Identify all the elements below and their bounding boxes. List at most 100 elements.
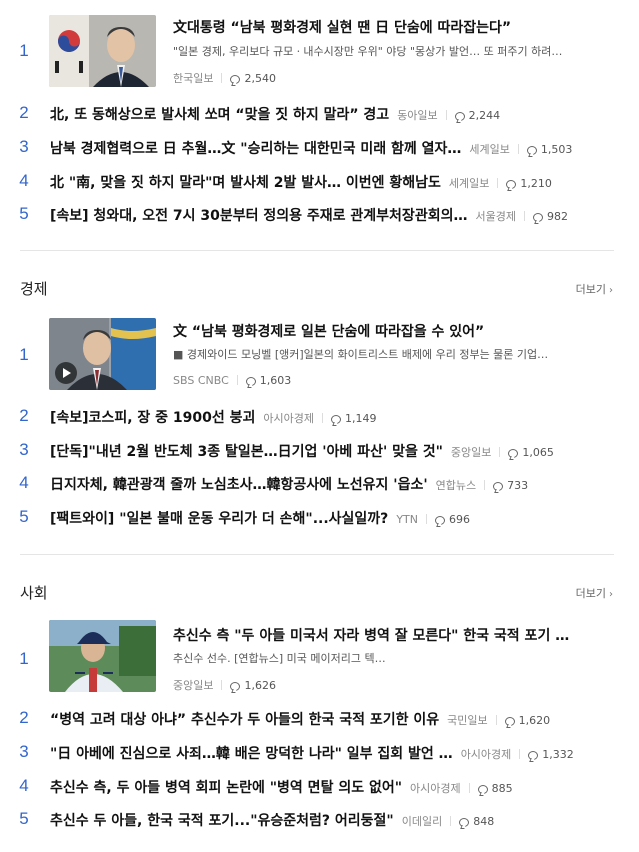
news-headline[interactable]: 추신수 측, 두 아들 병역 회피 논란에 "병역 면탈 의도 없어" [50,780,402,796]
more-link[interactable]: 더보기 › [576,281,613,297]
rank-number: 3 [19,137,29,156]
news-summary: ■ 경제와이드 모닝벨 [앵커]일본의 화이트리스트 배제에 우리 정부는 물론… [173,348,549,361]
news-headline[interactable]: 北, 또 동해상으로 발사체 쏘며 “맞을 짓 하지 말라” 경고 [50,107,389,123]
rank-number: 4 [19,776,29,795]
news-list-item[interactable]: 5 [속보] 청와대, 오전 7시 30분부터 정의용 주재로 관계부처장관회의… [0,204,639,226]
news-headline[interactable]: [단독]"내년 2월 반도체 3종 탈일본…日기업 '아베 파산' 맞을 것" [50,444,443,460]
news-source[interactable]: 중앙일보 [173,679,213,692]
news-list-item[interactable]: 4 北 "南, 맞을 짓 하지 말라"며 발사체 2발 발사… 이번엔 황해남도… [0,171,639,193]
news-list-item[interactable]: 5 [팩트와이] "일본 불매 운동 우리가 더 손해"...사실일까? YTN 6… [0,507,639,529]
rank-number: 5 [19,204,29,223]
chevron-right-icon: › [609,589,613,600]
rank-number: 1 [19,41,29,60]
separator [450,816,452,826]
news-source[interactable]: YTN [396,513,418,526]
comment-icon [454,112,465,121]
rank-number: 3 [19,440,29,459]
news-line: 日지자체, 韓관광객 줄까 노심초사…韓항공사에 노선유지 '읍소' 연합뉴스 73… [50,474,620,494]
news-source[interactable]: 한국일보 [173,72,213,85]
separator [495,715,497,725]
news-lead-item[interactable]: 1 文대통령 “남북 평화경제 실현 땐 日 단숨에 따라잡는다” "일본 경제… [0,14,639,90]
comment-count[interactable]: 1,503 [526,143,572,156]
rank-number: 4 [19,171,29,190]
news-list-item[interactable]: 4 日지자체, 韓관광객 줄까 노심초사…韓항공사에 노선유지 '읍소' 연합뉴스… [0,473,639,495]
news-thumbnail[interactable] [49,318,156,390]
news-headline[interactable]: “병역 고려 대상 아냐” 추신수가 두 아들의 한국 국적 포기한 이유 [50,712,439,728]
news-list-item[interactable]: 2 [속보]코스피, 장 중 1900선 붕괴 아시아경제 1,149 [0,406,639,428]
comment-icon [331,415,341,424]
comment-count[interactable]: 1,603 [245,374,291,387]
separator [517,144,519,154]
comment-count[interactable]: 1,065 [508,446,554,459]
news-source[interactable]: 동아일보 [397,109,437,122]
news-headline[interactable]: [팩트와이] "일본 불매 운동 우리가 더 손해"...사실일까? [50,511,388,527]
news-headline[interactable]: 추신수 두 아들, 한국 국적 포기..."유승준처럼? 어리둥절" [50,813,394,829]
news-list-item[interactable]: 3 "日 아베에 진심으로 사죄…韓 배은 망덕한 나라" 일부 집회 발언 …… [0,742,639,764]
comment-count[interactable]: 848 [459,815,494,828]
comment-icon [245,377,256,386]
more-link[interactable]: 더보기 › [576,585,613,601]
news-lead-item[interactable]: 1 文 “남북 평화경제로 일본 단숨에 따라잡을 수 있어” ■ 경제와이드 … [0,318,639,394]
comment-count[interactable]: 1,149 [331,412,377,425]
comment-icon [230,682,241,691]
comment-count[interactable]: 696 [434,513,470,526]
more-label: 더보기 [575,587,606,600]
comment-count[interactable]: 2,244 [454,109,500,122]
news-source[interactable]: 세계일보 [469,143,509,156]
news-lead-item[interactable]: 1 추신수 측 "두 아들 미국서 자라 병역 잘 모른다" 한국 국적 포기 … [0,620,639,696]
news-line: “병역 고려 대상 아냐” 추신수가 두 아들의 한국 국적 포기한 이유 국민일… [50,709,620,729]
comment-icon [459,818,470,827]
news-source[interactable]: 이데일리 [402,815,442,828]
news-line: 추신수 두 아들, 한국 국적 포기..."유승준처럼? 어리둥절" 이데일리 84… [50,810,620,830]
news-headline[interactable]: [속보] 청와대, 오전 7시 30분부터 정의용 주재로 관계부처장관회의… [50,208,467,224]
news-thumbnail[interactable] [49,620,156,692]
comment-count[interactable]: 1,620 [504,714,550,727]
news-thumbnail[interactable] [49,15,156,87]
news-headline[interactable]: 文대통령 “남북 평화경제 실현 땐 日 단숨에 따라잡는다” [173,17,618,37]
news-list-item[interactable]: 3 [단독]"내년 2월 반도체 3종 탈일본…日기업 '아베 파산' 맞을 것… [0,440,639,462]
news-headline[interactable]: 남북 경제협력으로 日 추월…文 "승리하는 대한민국 미래 함께 열자… [50,141,461,157]
news-list-item[interactable]: 5 추신수 두 아들, 한국 국적 포기..."유승준처럼? 어리둥절" 이데일리… [0,809,639,831]
comment-count[interactable]: 2,540 [230,72,276,85]
comment-count-value: 1,149 [345,412,377,425]
news-source[interactable]: 중앙일보 [451,446,491,459]
news-source[interactable]: 서울경제 [475,210,515,223]
separator [445,110,447,120]
comment-count[interactable]: 982 [532,210,568,223]
comment-icon [434,516,445,525]
news-headline[interactable]: 北 "南, 맞을 짓 하지 말라"며 발사체 2발 발사… 이번엔 황해남도 [50,175,441,191]
news-source[interactable]: 연합뉴스 [436,479,476,492]
news-headline[interactable]: "日 아베에 진심으로 사죄…韓 배은 망덕한 나라" 일부 집회 발언 … [50,746,453,762]
news-headline[interactable]: 日지자체, 韓관광객 줄까 노심초사…韓항공사에 노선유지 '읍소' [50,477,428,493]
comment-count[interactable]: 1,332 [528,748,574,761]
play-icon[interactable] [55,362,77,384]
news-headline[interactable]: 文 “남북 평화경제로 일본 단숨에 따라잡을 수 있어” [173,321,618,341]
news-source[interactable]: SBS CNBC [173,374,229,387]
news-source[interactable]: 아시아경제 [263,412,314,425]
comment-count-value: 1,065 [522,446,554,459]
news-list-item[interactable]: 2 “병역 고려 대상 아냐” 추신수가 두 아들의 한국 국적 포기한 이유 국… [0,708,639,730]
comment-count[interactable]: 733 [493,479,528,492]
news-list-item[interactable]: 2 北, 또 동해상으로 발사체 쏘며 “맞을 짓 하지 말라” 경고 동아일보 2… [0,103,639,125]
news-source[interactable]: 아시아경제 [461,748,512,761]
news-list-item[interactable]: 3 남북 경제협력으로 日 추월…文 "승리하는 대한민국 미래 함께 열자… 세… [0,137,639,159]
news-source[interactable]: 국민일보 [447,714,487,727]
comment-count-value: 885 [491,782,513,795]
news-source[interactable]: 세계일보 [449,177,489,190]
comment-count-value: 733 [507,479,529,492]
news-line: 北 "南, 맞을 짓 하지 말라"며 발사체 2발 발사… 이번엔 황해남도 세계… [50,172,620,192]
rank-number: 2 [19,406,29,425]
comment-count[interactable]: 1,210 [506,177,552,190]
comment-count[interactable]: 885 [477,782,513,795]
news-headline[interactable]: [속보]코스피, 장 중 1900선 붕괴 [50,410,255,426]
comment-count-value: 848 [473,815,495,828]
news-headline[interactable]: 추신수 측 "두 아들 미국서 자라 병역 잘 모른다" 한국 국적 포기 … [173,625,618,645]
news-list-item[interactable]: 4 추신수 측, 두 아들 병역 회피 논란에 "병역 면탈 의도 없어" 아시아… [0,776,639,798]
comment-count[interactable]: 1,626 [230,679,276,692]
rank-number: 5 [19,507,29,526]
comment-count-value: 1,626 [244,679,276,692]
comment-icon [532,213,543,222]
comment-icon [506,180,517,189]
news-source[interactable]: 아시아경제 [410,782,461,795]
photo-baseball-player-icon [49,620,156,692]
